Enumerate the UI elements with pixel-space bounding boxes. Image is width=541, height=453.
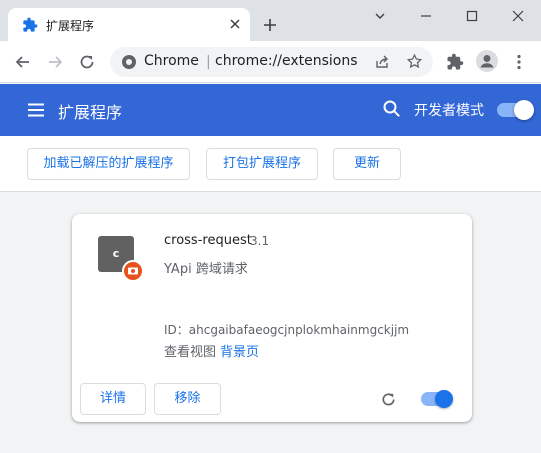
toggle-knob xyxy=(514,100,534,120)
person-icon xyxy=(480,55,494,68)
background-page-link[interactable]: 背景页 xyxy=(220,341,259,360)
forward-arrow-icon[interactable] xyxy=(46,53,64,71)
star-icon[interactable] xyxy=(406,53,423,70)
tab-extensions[interactable]: 扩展程序 xyxy=(8,8,250,41)
maximize-icon[interactable] xyxy=(464,8,480,24)
toggle-knob xyxy=(435,390,453,408)
window-close-icon[interactable] xyxy=(510,8,526,24)
profile-avatar[interactable] xyxy=(476,50,498,72)
details-button[interactable]: 详情 xyxy=(80,383,146,415)
share-icon[interactable] xyxy=(374,54,390,70)
extension-badge xyxy=(122,260,144,282)
address-bar[interactable]: Chrome | chrome://extensions xyxy=(110,47,433,77)
chrome-logo-icon xyxy=(122,55,136,69)
camera-icon xyxy=(128,267,138,275)
new-tab-icon[interactable] xyxy=(262,17,278,33)
browser-toolbar: Chrome | chrome://extensions xyxy=(0,41,541,83)
developer-mode-label: 开发者模式 xyxy=(414,103,484,119)
address-separator: | xyxy=(206,54,211,70)
hamburger-menu-icon[interactable] xyxy=(26,100,46,120)
remove-button[interactable]: 移除 xyxy=(154,383,221,415)
puzzle-icon xyxy=(23,17,38,32)
close-icon[interactable] xyxy=(227,16,243,32)
tab-title: 扩展程序 xyxy=(46,19,95,33)
update-button[interactable]: 更新 xyxy=(333,148,401,180)
page-title: 扩展程序 xyxy=(58,103,123,122)
address-url[interactable]: chrome://extensions xyxy=(215,53,358,69)
extensions-puzzle-icon[interactable] xyxy=(446,53,464,71)
extension-card: c cross-request 3.1 YApi 跨域请求 ID：ahcgaib… xyxy=(72,214,472,422)
reload-icon[interactable] xyxy=(78,53,96,71)
search-icon[interactable] xyxy=(382,99,402,119)
reload-extension-icon[interactable] xyxy=(380,391,397,408)
address-scheme-label: Chrome xyxy=(144,53,199,69)
inspect-views-label: 查看视图 xyxy=(164,345,217,360)
extension-version: 3.1 xyxy=(250,234,270,248)
extension-name: cross-request xyxy=(164,233,252,248)
extension-enable-toggle[interactable] xyxy=(421,390,453,408)
chevron-down-icon[interactable] xyxy=(372,8,388,24)
extension-description: YApi 跨域请求 xyxy=(164,262,248,277)
tab-strip: 扩展程序 xyxy=(0,0,541,41)
back-arrow-icon[interactable] xyxy=(14,53,32,71)
developer-mode-toggle[interactable] xyxy=(497,100,534,120)
minimize-icon[interactable] xyxy=(418,8,434,24)
extension-id: ID：ahcgaibafaeogcjnplokmhainmgckjjm xyxy=(164,323,410,337)
load-unpacked-button[interactable]: 加载已解压的扩展程序 xyxy=(27,148,190,180)
more-vert-icon[interactable] xyxy=(510,53,528,71)
developer-action-bar: 加载已解压的扩展程序 打包扩展程序 更新 xyxy=(0,136,541,192)
pack-extension-button[interactable]: 打包扩展程序 xyxy=(206,148,318,180)
extensions-header: 扩展程序 开发者模式 xyxy=(0,84,541,136)
